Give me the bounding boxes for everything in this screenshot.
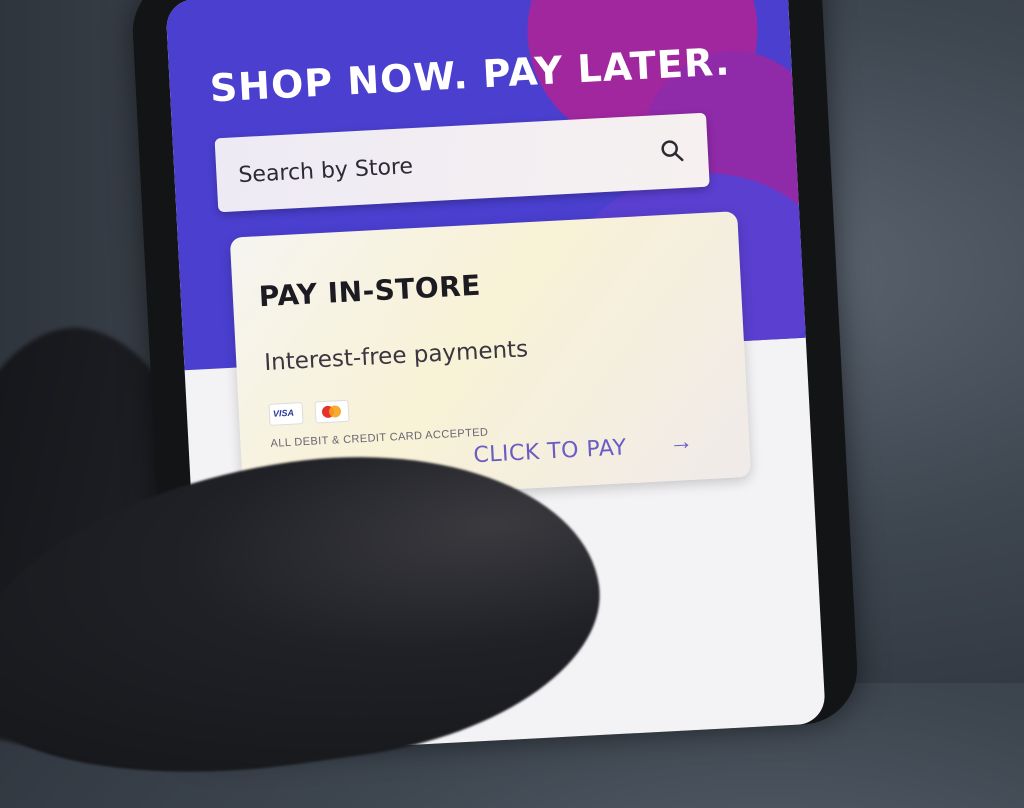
click-to-pay-link[interactable]: CLICK TO PAY — [473, 435, 627, 468]
search-input[interactable] — [235, 138, 641, 192]
search-icon[interactable] — [659, 138, 686, 165]
arrow-right-icon[interactable]: → — [668, 428, 693, 457]
card-note: ALL DEBIT & CREDIT CARD ACCEPTED — [270, 426, 489, 450]
mastercard-icon — [314, 399, 350, 424]
card-logos: VISA — [268, 399, 350, 426]
card-subtitle: Interest-free payments — [263, 336, 529, 377]
visa-label: VISA — [272, 407, 295, 419]
card-title: PAY IN-STORE — [258, 268, 482, 314]
visa-icon: VISA — [268, 402, 304, 426]
